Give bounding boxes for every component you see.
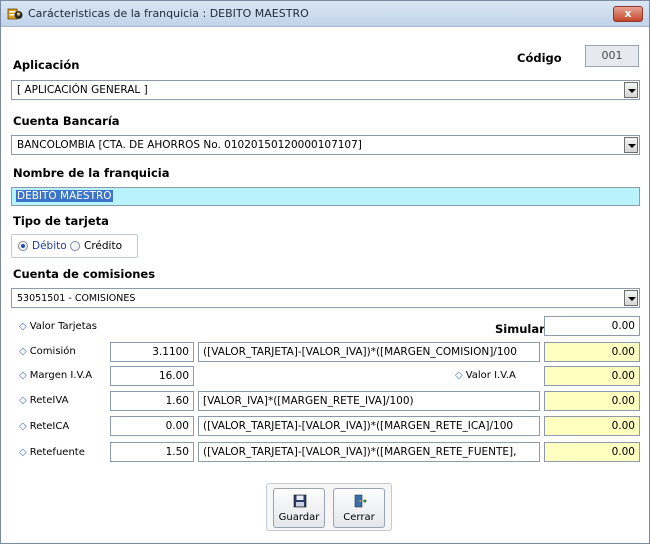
retefuente-formula-input[interactable]: ([VALOR_TARJETA]-[VALOR_IVA])*([MARGEN_R… bbox=[198, 442, 540, 462]
valor-iva-result: 0.00 bbox=[544, 366, 640, 386]
chevron-down-icon[interactable] bbox=[624, 137, 638, 153]
comision-label: ◇ Comisión bbox=[19, 346, 76, 357]
codigo-label: Código bbox=[517, 51, 562, 65]
margen-iva-label: ◇ Margen I.V.A bbox=[19, 370, 93, 381]
cuenta-bancaria-value: BANCOLOMBIA [CTA. DE AHORROS No. 0102015… bbox=[17, 139, 362, 151]
cerrar-button[interactable]: Cerrar bbox=[333, 488, 385, 528]
dialog-window: Carácteristicas de la franquicia : DEBIT… bbox=[0, 0, 650, 544]
comision-formula-input[interactable]: ([VALOR_TARJETA]-[VALOR_IVA])*([MARGEN_C… bbox=[198, 342, 540, 362]
cuenta-comisiones-value: 53051501 - COMISIONES bbox=[17, 293, 136, 304]
radio-debito[interactable] bbox=[18, 241, 28, 251]
reteica-input[interactable]: 0.00 bbox=[110, 416, 194, 436]
save-icon bbox=[293, 494, 307, 508]
radio-credito-label[interactable]: Crédito bbox=[84, 240, 122, 252]
reteiva-input[interactable]: 1.60 bbox=[110, 391, 194, 411]
nombre-franquicia-label: Nombre de la franquicia bbox=[13, 166, 170, 180]
retefuente-label: ◇ Retefuente bbox=[19, 447, 85, 458]
diamond-icon: ◇ bbox=[19, 421, 27, 432]
exit-door-icon bbox=[354, 494, 367, 508]
comision-result: 0.00 bbox=[544, 342, 640, 362]
diamond-icon: ◇ bbox=[19, 321, 27, 332]
action-buttons: Guardar Cerrar bbox=[266, 483, 392, 531]
nombre-franquicia-value: DEBITO MAESTRO bbox=[16, 190, 113, 202]
guardar-label: Guardar bbox=[278, 512, 320, 523]
retefuente-input[interactable]: 1.50 bbox=[110, 442, 194, 462]
cuenta-bancaria-label: Cuenta Bancaría bbox=[13, 114, 120, 128]
comision-input[interactable]: 3.1100 bbox=[110, 342, 194, 362]
diamond-icon: ◇ bbox=[455, 370, 463, 381]
aplicacion-select[interactable]: [ APLICACIÓN GENERAL ] bbox=[11, 80, 640, 100]
margen-iva-input[interactable]: 16.00 bbox=[110, 366, 194, 386]
simular-label: Simular bbox=[495, 322, 545, 336]
reteiva-label: ◇ ReteIVA bbox=[19, 395, 69, 406]
cerrar-label: Cerrar bbox=[343, 512, 375, 523]
reteiva-formula-input[interactable]: [VALOR_IVA]*([MARGEN_RETE_IVA]/100) bbox=[198, 391, 540, 411]
aplicacion-label: Aplicación bbox=[13, 58, 80, 72]
reteica-result: 0.00 bbox=[544, 416, 640, 436]
diamond-icon: ◇ bbox=[19, 447, 27, 458]
nombre-franquicia-input[interactable]: DEBITO MAESTRO bbox=[11, 187, 640, 206]
close-button[interactable]: x bbox=[613, 6, 643, 22]
cuenta-comisiones-select[interactable]: 53051501 - COMISIONES bbox=[11, 288, 640, 308]
simular-input[interactable]: 0.00 bbox=[544, 316, 640, 336]
codigo-field: 001 bbox=[585, 45, 639, 67]
aplicacion-value: [ APLICACIÓN GENERAL ] bbox=[17, 84, 148, 96]
close-icon: x bbox=[624, 7, 632, 20]
chevron-down-icon[interactable] bbox=[624, 82, 638, 98]
reteica-formula-input[interactable]: ([VALOR_TARJETA]-[VALOR_IVA])*([MARGEN_R… bbox=[198, 416, 540, 436]
guardar-button[interactable]: Guardar bbox=[273, 488, 325, 528]
tipo-tarjeta-label: Tipo de tarjeta bbox=[13, 214, 109, 228]
chevron-down-icon[interactable] bbox=[624, 290, 638, 306]
reteica-label: ◇ ReteICA bbox=[19, 421, 70, 432]
diamond-icon: ◇ bbox=[19, 395, 27, 406]
cuenta-bancaria-select[interactable]: BANCOLOMBIA [CTA. DE AHORROS No. 0102015… bbox=[11, 135, 640, 155]
radio-debito-label[interactable]: Débito bbox=[32, 240, 67, 252]
retefuente-result: 0.00 bbox=[544, 442, 640, 462]
reteiva-result: 0.00 bbox=[544, 391, 640, 411]
radio-credito[interactable] bbox=[70, 241, 80, 251]
cuenta-comisiones-label: Cuenta de comisiones bbox=[13, 267, 156, 281]
franchise-app-icon bbox=[7, 8, 23, 20]
valor-iva-label: ◇ Valor I.V.A bbox=[455, 370, 516, 381]
diamond-icon: ◇ bbox=[19, 370, 27, 381]
diamond-icon: ◇ bbox=[19, 346, 27, 357]
window-title: Carácteristicas de la franquicia : DEBIT… bbox=[28, 7, 309, 20]
title-bar[interactable]: Carácteristicas de la franquicia : DEBIT… bbox=[1, 1, 649, 27]
tipo-tarjeta-group: Débito Crédito bbox=[11, 234, 138, 258]
valor-tarjetas-label: ◇ Valor Tarjetas bbox=[19, 321, 97, 332]
